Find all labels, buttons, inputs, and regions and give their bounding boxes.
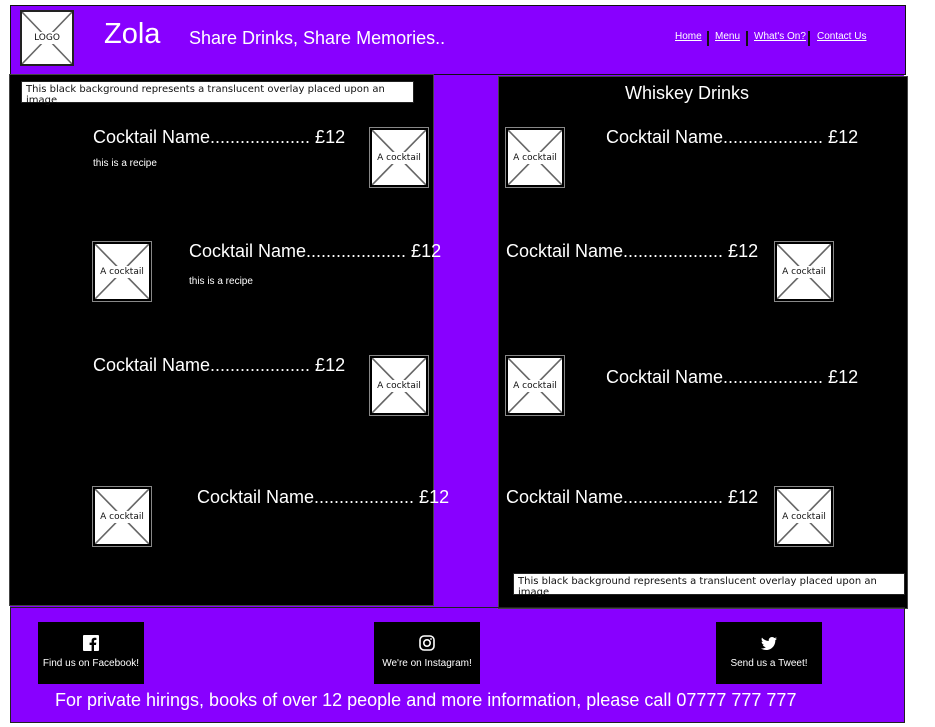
nav-divider (707, 31, 709, 46)
cocktail-image[interactable]: A cocktail (369, 355, 429, 416)
nav-divider (746, 31, 748, 46)
image-label: A cocktail (375, 151, 423, 164)
drink-name: Cocktail Name.................... £12 (506, 241, 759, 261)
nav-whats-on[interactable]: What's On? (754, 31, 806, 42)
drink-name: Cocktail Name.................... £12 (197, 487, 450, 507)
drink-recipe: this is a recipe (93, 158, 157, 169)
section-title: Whiskey Drinks (625, 83, 750, 103)
cocktail-image[interactable]: A cocktail (505, 355, 565, 416)
cocktail-image[interactable]: A cocktail (774, 486, 834, 547)
brand-name[interactable]: Zola (104, 18, 160, 51)
drink-name: Cocktail Name.................... £12 (506, 487, 759, 507)
tagline: Share Drinks, Share Memories.. (189, 28, 446, 48)
cocktail-image[interactable]: A cocktail (92, 486, 152, 547)
drink-name: Cocktail Name.................... £12 (606, 367, 859, 387)
cocktail-image[interactable]: A cocktail (92, 241, 152, 302)
drink-name: Cocktail Name.................... £12 (93, 355, 346, 375)
image-label: A cocktail (511, 379, 559, 392)
instagram-icon (419, 635, 435, 651)
nav-home[interactable]: Home (675, 31, 702, 42)
drink-name: Cocktail Name.................... £12 (93, 127, 346, 147)
drink-recipe: this is a recipe (189, 276, 253, 287)
twitter-icon (761, 637, 777, 650)
overlay-note: This black background represents a trans… (21, 81, 414, 106)
drink-name: Cocktail Name.................... £12 (189, 241, 442, 261)
overlay-note: This black background represents a trans… (513, 573, 905, 598)
logo-placeholder[interactable]: LOGO (20, 10, 74, 66)
drink-name: Cocktail Name.................... £12 (606, 127, 859, 147)
image-label: A cocktail (98, 510, 146, 523)
nav-contact-us[interactable]: Contact Us (817, 31, 866, 42)
image-label: A cocktail (375, 379, 423, 392)
image-label: A cocktail (98, 265, 146, 278)
social-label: Find us on Facebook! (42, 658, 140, 669)
nav-menu[interactable]: Menu (715, 31, 740, 42)
cocktail-image[interactable]: A cocktail (774, 241, 834, 302)
facebook-link[interactable]: Find us on Facebook! (38, 622, 144, 684)
footer-contact-text: For private hirings, books of over 12 pe… (55, 690, 797, 710)
image-label: A cocktail (780, 265, 828, 278)
cocktail-image[interactable]: A cocktail (505, 127, 565, 188)
image-label: A cocktail (511, 151, 559, 164)
nav-divider (808, 31, 810, 46)
image-label: A cocktail (780, 510, 828, 523)
twitter-link[interactable]: Send us a Tweet! (716, 622, 822, 684)
instagram-link[interactable]: We're on Instagram! (374, 622, 480, 684)
logo-label: LOGO (32, 32, 62, 44)
facebook-icon (83, 635, 99, 651)
social-label: Send us a Tweet! (730, 658, 808, 669)
cocktail-image[interactable]: A cocktail (369, 127, 429, 188)
social-label: We're on Instagram! (382, 658, 472, 669)
